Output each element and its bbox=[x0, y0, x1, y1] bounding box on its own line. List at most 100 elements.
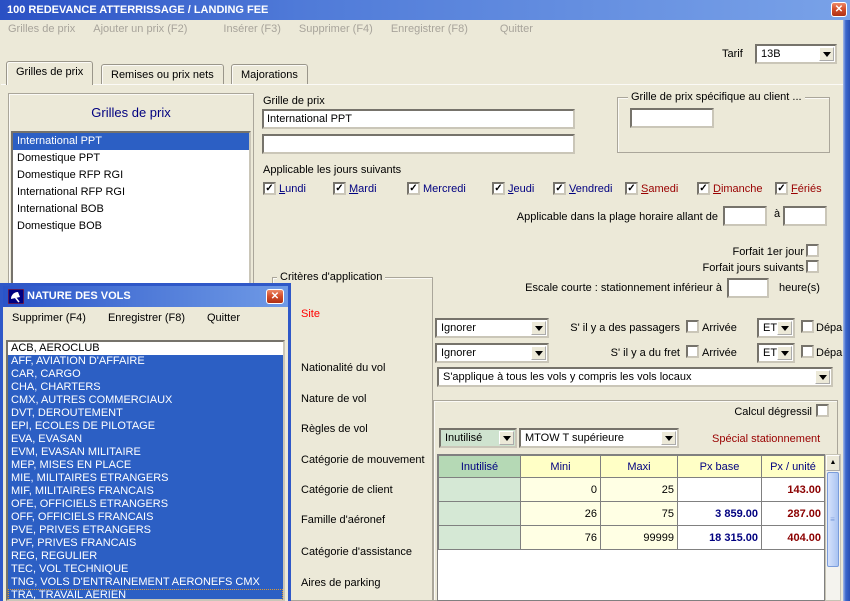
close-button[interactable]: ✕ bbox=[831, 2, 847, 17]
list-item[interactable]: International BOB bbox=[13, 201, 249, 218]
critere-categorie-dassistance[interactable]: Catégorie d'assistance bbox=[301, 546, 412, 558]
menu-item-inserer[interactable]: Insérer (F3) bbox=[223, 23, 280, 35]
dropdown-arrow-icon[interactable] bbox=[661, 431, 676, 445]
checkbox-lundi[interactable] bbox=[263, 182, 276, 195]
checkbox-feries[interactable] bbox=[775, 182, 788, 195]
checkbox-vendredi[interactable] bbox=[553, 182, 566, 195]
list-item[interactable]: TNG, VOLS D'ENTRAINEMENT AERONEFS CMX bbox=[8, 576, 283, 589]
cell-inutilise[interactable] bbox=[439, 478, 521, 502]
tab-grilles-de-prix[interactable]: Grilles de prix bbox=[6, 61, 93, 85]
list-item[interactable]: TRA, TRAVAIL AERIEN bbox=[8, 589, 283, 601]
menu-item-quitter[interactable]: Quitter bbox=[500, 23, 533, 35]
tarif-combobox[interactable]: 13B bbox=[755, 44, 837, 64]
list-item[interactable]: Domestique RFP RGI bbox=[13, 167, 249, 184]
checkbox-forfait-1er-jour[interactable] bbox=[806, 244, 819, 257]
list-item[interactable]: International RFP RGI bbox=[13, 184, 249, 201]
critere-aires-de-parking[interactable]: Aires de parking bbox=[301, 577, 381, 589]
list-item[interactable]: PVE, PRIVES ETRANGERS bbox=[8, 524, 283, 537]
list-item[interactable]: MIF, MILITAIRES FRANCAIS bbox=[8, 485, 283, 498]
grille-name-input-2[interactable] bbox=[262, 134, 575, 154]
list-item[interactable]: CHA, CHARTERS bbox=[8, 381, 283, 394]
checkbox-samedi[interactable] bbox=[625, 182, 638, 195]
list-item[interactable]: PVF, PRIVES FRANCAIS bbox=[8, 537, 283, 550]
list-item[interactable]: DVT, DEROUTEMENT bbox=[8, 407, 283, 420]
dropdown-arrow-icon[interactable] bbox=[777, 346, 792, 360]
escale-input[interactable] bbox=[727, 278, 769, 298]
critere-regles-de-vol[interactable]: Règles de vol bbox=[301, 423, 368, 435]
scrollbar-up-arrow-icon[interactable]: ▲ bbox=[826, 455, 840, 471]
dropdown-arrow-icon[interactable] bbox=[777, 321, 792, 335]
cell-px-unite[interactable]: 143.00 bbox=[762, 478, 825, 502]
cell-inutilise[interactable] bbox=[439, 502, 521, 526]
list-item[interactable]: OFE, OFFICIELS ETRANGERS bbox=[8, 498, 283, 511]
checkbox-fret-depart[interactable] bbox=[801, 345, 814, 358]
vols-scope-combobox[interactable]: S'applique à tous les vols y compris les… bbox=[437, 367, 833, 387]
list-item[interactable]: OFF, OFFICIELS FRANCAIS bbox=[8, 511, 283, 524]
dropdown-arrow-icon[interactable] bbox=[815, 370, 830, 384]
critere-categorie-de-client[interactable]: Catégorie de client bbox=[301, 484, 393, 496]
mtow-combobox[interactable]: MTOW T supérieure bbox=[519, 428, 679, 448]
menu-item-ajouter-un-prix[interactable]: Ajouter un prix (F2) bbox=[93, 23, 187, 35]
cell-px-base[interactable] bbox=[678, 478, 762, 502]
cell-px-base[interactable]: 3 859.00 bbox=[678, 502, 762, 526]
menu-item-supprimer[interactable]: Supprimer (F4) bbox=[299, 23, 373, 35]
price-grid-scrollbar[interactable]: ▲ ≡ bbox=[825, 454, 841, 601]
cell-px-unite[interactable]: 404.00 bbox=[762, 526, 825, 550]
plage-from-input[interactable] bbox=[723, 206, 767, 226]
checkbox-mardi[interactable] bbox=[333, 182, 346, 195]
dropdown-arrow-icon[interactable] bbox=[531, 346, 546, 360]
passagers-et-combobox[interactable]: ET bbox=[757, 318, 795, 338]
critere-site[interactable]: Site bbox=[301, 308, 320, 320]
client-specific-input[interactable] bbox=[630, 108, 714, 128]
list-item[interactable]: Domestique PPT bbox=[13, 150, 249, 167]
cell-mini[interactable]: 0 bbox=[521, 478, 601, 502]
tab-majorations[interactable]: Majorations bbox=[231, 64, 308, 85]
list-item[interactable]: CAR, CARGO bbox=[8, 368, 283, 381]
list-item[interactable]: Domestique BOB bbox=[13, 218, 249, 235]
popup-menu-enregistrer[interactable]: Enregistrer (F8) bbox=[108, 312, 185, 324]
nature-des-vols-listbox[interactable]: ACB, AEROCLUB AFF, AVIATION D'AFFAIRE CA… bbox=[6, 340, 285, 601]
tab-remises-ou-prix-nets[interactable]: Remises ou prix nets bbox=[101, 64, 224, 85]
cell-maxi[interactable]: 75 bbox=[601, 502, 678, 526]
critere-categorie-de-mouvement[interactable]: Catégorie de mouvement bbox=[301, 454, 425, 466]
cell-maxi[interactable]: 99999 bbox=[601, 526, 678, 550]
fret-et-combobox[interactable]: ET bbox=[757, 343, 795, 363]
popup-menu-supprimer[interactable]: Supprimer (F4) bbox=[12, 312, 86, 324]
dropdown-arrow-icon[interactable] bbox=[531, 321, 546, 335]
fret-combobox[interactable]: Ignorer bbox=[435, 343, 549, 363]
dropdown-arrow-icon[interactable] bbox=[499, 431, 514, 445]
list-item[interactable]: EVA, EVASAN bbox=[8, 433, 283, 446]
checkbox-fret-arrivee[interactable] bbox=[686, 345, 699, 358]
checkbox-passagers-depart[interactable] bbox=[801, 320, 814, 333]
menu-item-grilles-de-prix[interactable]: Grilles de prix bbox=[8, 23, 75, 35]
scrollbar-thumb[interactable]: ≡ bbox=[827, 472, 839, 567]
list-item[interactable]: EPI, ECOLES DE PILOTAGE bbox=[8, 420, 283, 433]
checkbox-mercredi[interactable] bbox=[407, 182, 420, 195]
list-item[interactable]: TEC, VOL TECHNIQUE bbox=[8, 563, 283, 576]
critere-famille-daeronef[interactable]: Famille d'aéronef bbox=[301, 514, 385, 526]
menu-item-enregistrer[interactable]: Enregistrer (F8) bbox=[391, 23, 468, 35]
critere-nature-de-vol[interactable]: Nature de vol bbox=[301, 393, 366, 405]
checkbox-forfait-jours-suivants[interactable] bbox=[806, 260, 819, 273]
critere-nationalite-du-vol[interactable]: Nationalité du vol bbox=[301, 362, 385, 374]
checkbox-dimanche[interactable] bbox=[697, 182, 710, 195]
checkbox-jeudi[interactable] bbox=[492, 182, 505, 195]
list-item[interactable]: AFF, AVIATION D'AFFAIRE bbox=[8, 355, 283, 368]
list-item[interactable]: EVM, EVASAN MILITAIRE bbox=[8, 446, 283, 459]
popup-menu-quitter[interactable]: Quitter bbox=[207, 312, 240, 324]
dropdown-arrow-icon[interactable] bbox=[819, 47, 834, 61]
cell-px-base[interactable]: 18 315.00 bbox=[678, 526, 762, 550]
list-item[interactable]: International PPT bbox=[13, 133, 249, 150]
list-item[interactable]: CMX, AUTRES COMMERCIAUX bbox=[8, 394, 283, 407]
checkbox-passagers-arrivee[interactable] bbox=[686, 320, 699, 333]
cell-mini[interactable]: 76 bbox=[521, 526, 601, 550]
checkbox-calcul-degressif[interactable] bbox=[816, 404, 829, 417]
list-item[interactable]: REG, REGULIER bbox=[8, 550, 283, 563]
cell-inutilise[interactable] bbox=[439, 526, 521, 550]
list-item[interactable]: MEP, MISES EN PLACE bbox=[8, 459, 283, 472]
passagers-combobox[interactable]: Ignorer bbox=[435, 318, 549, 338]
grille-name-input[interactable] bbox=[262, 109, 575, 129]
list-item[interactable]: ACB, AEROCLUB bbox=[8, 342, 283, 355]
cell-px-unite[interactable]: 287.00 bbox=[762, 502, 825, 526]
cell-maxi[interactable]: 25 bbox=[601, 478, 678, 502]
